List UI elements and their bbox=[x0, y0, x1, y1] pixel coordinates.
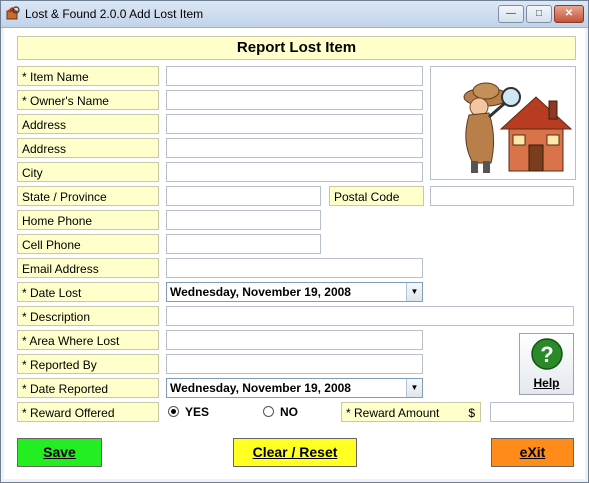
app-window: Lost & Found 2.0.0 Add Lost Item — □ ✕ R… bbox=[0, 0, 589, 483]
item-name-input[interactable] bbox=[166, 66, 423, 86]
city-input[interactable] bbox=[166, 162, 423, 182]
postal-code-input[interactable] bbox=[430, 186, 574, 206]
cell-phone-label: Cell Phone bbox=[17, 234, 159, 254]
owner-name-input[interactable] bbox=[166, 90, 423, 110]
date-lost-select[interactable]: Wednesday, November 19, 2008 ▼ bbox=[166, 282, 423, 302]
clear-reset-button[interactable]: Clear / Reset bbox=[233, 438, 357, 467]
detective-house-icon bbox=[463, 82, 573, 173]
radio-unselected-icon bbox=[263, 406, 274, 417]
cell-phone-input[interactable] bbox=[166, 234, 321, 254]
date-lost-value: Wednesday, November 19, 2008 bbox=[170, 285, 351, 299]
state-label: State / Province bbox=[17, 186, 159, 206]
item-name-label: * Item Name bbox=[17, 66, 159, 86]
description-label: * Description bbox=[17, 306, 159, 326]
title-bar[interactable]: Lost & Found 2.0.0 Add Lost Item — □ ✕ bbox=[1, 1, 588, 28]
save-button[interactable]: Save bbox=[17, 438, 102, 467]
exit-button[interactable]: eXit bbox=[491, 438, 574, 467]
detective-illustration bbox=[430, 66, 576, 180]
address2-input[interactable] bbox=[166, 138, 423, 158]
maximize-button[interactable]: □ bbox=[526, 5, 552, 23]
reward-yes-label: YES bbox=[185, 405, 210, 419]
reward-offered-label: * Reward Offered bbox=[17, 402, 159, 422]
reported-by-label: * Reported By bbox=[17, 354, 159, 374]
help-question-icon: ? bbox=[531, 338, 563, 370]
home-phone-label: Home Phone bbox=[17, 210, 159, 230]
address1-input[interactable] bbox=[166, 114, 423, 134]
minimize-button[interactable]: — bbox=[498, 5, 524, 23]
description-input[interactable] bbox=[166, 306, 574, 326]
date-reported-select[interactable]: Wednesday, November 19, 2008 ▼ bbox=[166, 378, 423, 398]
reward-no-label: NO bbox=[280, 405, 298, 419]
address1-label: Address bbox=[17, 114, 159, 134]
form-area: Report Lost Item * Item Name * Owner's N… bbox=[4, 28, 585, 479]
window-title: Lost & Found 2.0.0 Add Lost Item bbox=[25, 7, 204, 21]
owner-name-label: * Owner's Name bbox=[17, 90, 159, 110]
postal-code-label: Postal Code bbox=[329, 186, 424, 206]
form-header: Report Lost Item bbox=[17, 36, 576, 60]
svg-text:?: ? bbox=[540, 342, 553, 367]
home-phone-input[interactable] bbox=[166, 210, 321, 230]
currency-symbol: $ bbox=[468, 406, 475, 420]
state-input[interactable] bbox=[166, 186, 321, 206]
chevron-down-icon[interactable]: ▼ bbox=[406, 379, 422, 397]
date-reported-value: Wednesday, November 19, 2008 bbox=[170, 381, 351, 395]
date-lost-label: * Date Lost bbox=[17, 282, 159, 302]
help-button[interactable]: ? Help bbox=[519, 333, 574, 395]
address2-label: Address bbox=[17, 138, 159, 158]
reward-amount-label: * Reward Amount $ bbox=[341, 402, 481, 422]
email-input[interactable] bbox=[166, 258, 423, 278]
help-label: Help bbox=[533, 376, 560, 390]
reported-by-input[interactable] bbox=[166, 354, 423, 374]
reward-no-radio[interactable]: NO bbox=[263, 402, 298, 422]
area-lost-label: * Area Where Lost bbox=[17, 330, 159, 350]
reward-amount-text: * Reward Amount bbox=[346, 406, 440, 420]
reward-amount-input[interactable] bbox=[490, 402, 574, 422]
city-label: City bbox=[17, 162, 159, 182]
date-reported-label: * Date Reported bbox=[17, 378, 159, 398]
chevron-down-icon[interactable]: ▼ bbox=[406, 283, 422, 301]
reward-yes-radio[interactable]: YES bbox=[168, 402, 209, 422]
radio-selected-icon bbox=[168, 406, 179, 417]
app-icon bbox=[6, 6, 20, 20]
email-label: Email Address bbox=[17, 258, 159, 278]
area-lost-input[interactable] bbox=[166, 330, 423, 350]
close-button[interactable]: ✕ bbox=[554, 5, 584, 23]
